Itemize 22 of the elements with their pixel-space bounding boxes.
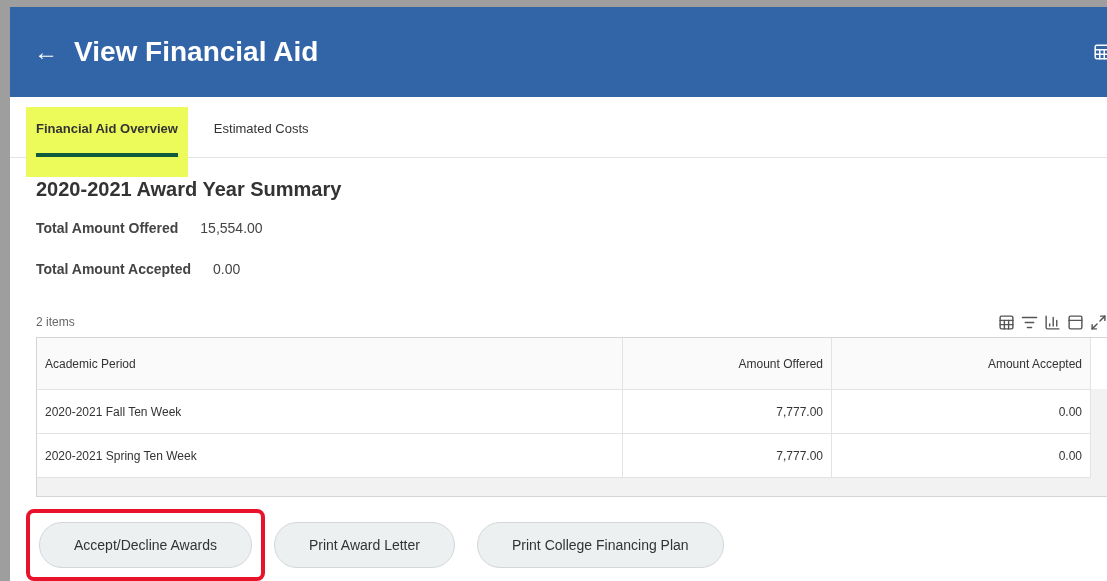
spreadsheet-icon[interactable]	[998, 313, 1015, 331]
column-header[interactable]: Academic Period	[37, 338, 623, 389]
section-heading: 2020-2021 Award Year Summary	[36, 178, 343, 201]
column-header[interactable]: Amount Accepted	[832, 338, 1091, 389]
page-title: View Financial Aid	[74, 36, 320, 68]
field-label: Total Amount Accepted	[36, 260, 192, 277]
horizontal-scrollbar[interactable]	[37, 478, 1107, 496]
action-button[interactable]: Print College Financing Plan	[476, 522, 724, 568]
expand-icon[interactable]	[1090, 313, 1107, 331]
tab[interactable]: Estimated Costs	[203, 107, 319, 177]
vertical-scrollbar[interactable]	[1091, 389, 1107, 478]
tab[interactable]: Financial Aid Overview	[26, 107, 188, 177]
item-count: 2 items	[36, 315, 75, 329]
layout-icon[interactable]	[1067, 313, 1084, 331]
column-header[interactable]: Amount Offered	[623, 338, 832, 389]
action-button[interactable]: Accept/Decline Awards	[39, 522, 252, 568]
back-arrow[interactable]: ←	[34, 38, 58, 66]
field-label: Total Amount Offered	[36, 219, 179, 236]
field-value: 15,554.00	[200, 219, 263, 236]
action-button[interactable]: Print Award Letter	[273, 522, 455, 568]
chart-icon[interactable]	[1044, 313, 1061, 331]
field-value: 0.00	[213, 260, 241, 277]
